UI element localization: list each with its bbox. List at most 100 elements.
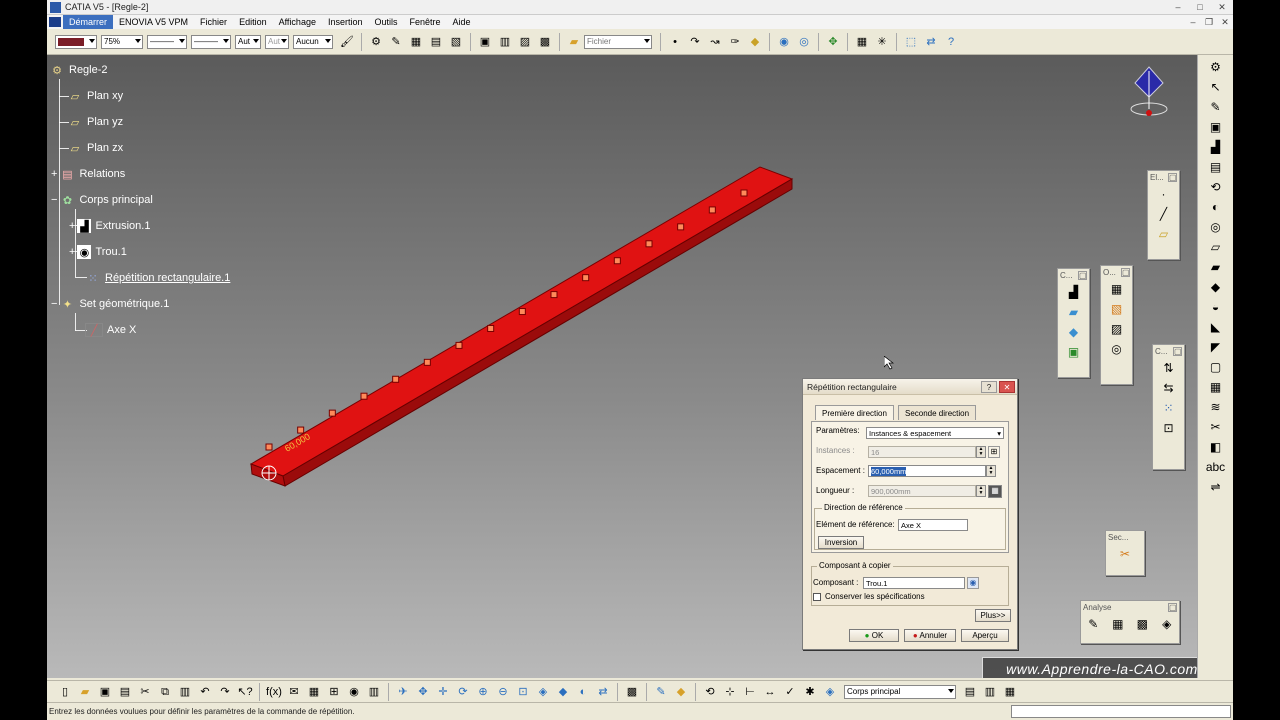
compass-icon[interactable] xyxy=(1125,63,1173,129)
file-filter-combo[interactable]: Fichier xyxy=(584,34,652,49)
comment-icon[interactable]: ✉ xyxy=(286,684,302,700)
point-symbol-combo[interactable]: Aut xyxy=(265,34,289,49)
measure-tool-icon[interactable]: ▦ xyxy=(988,485,1002,498)
render-icon[interactable]: ▩ xyxy=(624,684,640,700)
zoom-box-icon[interactable]: ▧ xyxy=(448,34,464,50)
line-tool-icon[interactable]: ╱ xyxy=(1155,205,1173,223)
pattern-tool-icon[interactable]: ⁙ xyxy=(1160,399,1178,417)
hole-instance[interactable] xyxy=(645,240,653,248)
gear-icon[interactable]: ⚙ xyxy=(1208,59,1224,75)
sketch-icon[interactable]: ✎ xyxy=(1208,99,1224,115)
rib-icon[interactable]: ▱ xyxy=(1208,239,1224,255)
save-icon[interactable]: ▣ xyxy=(97,684,113,700)
document-icon[interactable] xyxy=(49,17,61,27)
select-icon[interactable]: ⬚ xyxy=(903,34,919,50)
remove-tool-icon[interactable]: ▨ xyxy=(1108,320,1126,338)
parametres-select[interactable]: Instances & espacement ▾ xyxy=(866,427,1004,439)
color-combo[interactable] xyxy=(55,34,97,49)
print-icon[interactable]: ▤ xyxy=(117,684,133,700)
longueur-field[interactable]: 900,000mm xyxy=(868,485,976,497)
formula-icon[interactable]: f(x) xyxy=(266,684,282,700)
mdi-restore-button[interactable]: ❐ xyxy=(1201,17,1217,28)
body-combo[interactable]: Corps principal xyxy=(844,684,956,699)
measure-icon[interactable]: ◉ xyxy=(776,34,792,50)
apercu-button[interactable]: Aperçu xyxy=(961,629,1009,642)
hole-instance[interactable] xyxy=(708,206,716,214)
instantiate-icon[interactable]: ▤ xyxy=(962,684,978,700)
hole-instance[interactable] xyxy=(740,189,748,197)
folder-icon[interactable]: ▰ xyxy=(566,34,582,50)
comment-icon[interactable]: ✎ xyxy=(388,34,404,50)
feature-selector-icon[interactable]: ◉ xyxy=(967,577,979,589)
wall-thickness-icon[interactable]: ◈ xyxy=(1158,615,1176,633)
copy-icon[interactable]: ⧉ xyxy=(157,684,173,700)
material-icon[interactable]: ◈ xyxy=(822,684,838,700)
hole-instance[interactable] xyxy=(677,223,685,231)
normal-view-icon[interactable]: ⊡ xyxy=(515,684,531,700)
connect-icon[interactable]: ✑ xyxy=(727,34,743,50)
hole-instance[interactable] xyxy=(360,392,368,400)
hole-instance[interactable] xyxy=(392,375,400,383)
cut-icon[interactable]: ✂ xyxy=(137,684,153,700)
dimension-icon[interactable]: ↔ xyxy=(762,684,778,700)
transparency-combo[interactable]: 75% xyxy=(101,34,143,49)
tab-premiere-direction[interactable]: Première direction xyxy=(815,405,894,420)
draft-icon[interactable]: ◤ xyxy=(1208,339,1224,355)
axis-system-icon[interactable]: ⊹ xyxy=(722,684,738,700)
composant-field[interactable]: Trou.1 xyxy=(863,577,965,589)
select-arrow-icon[interactable]: ↖ xyxy=(1208,79,1224,95)
pan-icon[interactable]: ✛ xyxy=(435,684,451,700)
close-window-button[interactable]: ✕ xyxy=(1211,0,1233,14)
dialog-close-button[interactable]: ✕ xyxy=(999,380,1015,393)
catalog-icon[interactable]: ▣ xyxy=(477,34,493,50)
minimize-button[interactable]: – xyxy=(1167,0,1189,14)
table-icon[interactable]: ▦ xyxy=(306,684,322,700)
eraser-icon[interactable]: ◆ xyxy=(747,34,763,50)
whats-this-icon[interactable]: ↖? xyxy=(237,684,253,700)
hole-instance[interactable] xyxy=(423,358,431,366)
check-icon[interactable]: ◉ xyxy=(346,684,362,700)
conserver-checkbox[interactable] xyxy=(813,593,821,601)
groove-icon[interactable]: ◐ xyxy=(1208,199,1224,215)
inversion-button[interactable]: Inversion xyxy=(818,536,864,549)
thicken-tool-icon[interactable]: ▣ xyxy=(1065,343,1083,361)
thickness-combo[interactable]: Aut xyxy=(235,34,261,49)
law-icon[interactable]: ⊞ xyxy=(326,684,342,700)
dialog-help-button[interactable]: ? xyxy=(981,380,997,393)
hole-instance[interactable] xyxy=(487,324,495,332)
intersect-tool-icon[interactable]: ◎ xyxy=(1108,340,1126,358)
hole-instance[interactable] xyxy=(613,257,621,265)
hole-instance[interactable] xyxy=(328,409,336,417)
chamfer-icon[interactable]: ◣ xyxy=(1208,319,1224,335)
sketch-analysis-icon[interactable]: ✎ xyxy=(653,684,669,700)
close-icon[interactable]: ▢ xyxy=(1168,602,1177,612)
text-icon[interactable]: abc xyxy=(1206,459,1225,475)
scene-icon[interactable]: ▩ xyxy=(537,34,553,50)
instances-spinner[interactable]: ▲ ▼ xyxy=(976,446,986,458)
3d-viewport[interactable]: ⚙ Regle-2 ▱ Plan xy ▱ Plan yz ▱ Plan zx … xyxy=(47,55,1197,678)
mirror-tool-icon[interactable]: ⇅ xyxy=(1160,359,1178,377)
menu-demarrer[interactable]: Démarrer xyxy=(63,15,114,29)
painter-icon[interactable]: 🖌 xyxy=(339,34,355,50)
shaft-icon[interactable]: ⟲ xyxy=(1208,179,1224,195)
point-tool-icon[interactable]: · xyxy=(1155,185,1173,203)
plane-tool-icon[interactable]: ▱ xyxy=(1155,225,1173,243)
linetype-combo[interactable]: ——— xyxy=(147,34,187,49)
power-input-field[interactable] xyxy=(1011,705,1231,718)
tangent-icon[interactable]: ✓ xyxy=(782,684,798,700)
split-icon[interactable]: ◧ xyxy=(1208,439,1224,455)
translate-tool-icon[interactable]: ⇆ xyxy=(1160,379,1178,397)
element-reference-field[interactable]: Axe X xyxy=(898,519,968,531)
mdi-close-button[interactable]: ✕ xyxy=(1217,17,1233,28)
menu-fenetre[interactable]: Fenêtre xyxy=(404,15,447,29)
spline-icon[interactable]: ↝ xyxy=(707,34,723,50)
menu-edition[interactable]: Edition xyxy=(233,15,273,29)
hide-show-icon[interactable]: ◐ xyxy=(575,684,591,700)
pad-icon[interactable]: ▟ xyxy=(1208,139,1224,155)
instances-field[interactable]: 16 xyxy=(868,446,976,458)
filter-icon[interactable]: ⚙ xyxy=(368,34,384,50)
swap-space-icon[interactable]: ⇄ xyxy=(595,684,611,700)
rotate-icon[interactable]: ⟳ xyxy=(455,684,471,700)
menu-insertion[interactable]: Insertion xyxy=(322,15,369,29)
swap-icon[interactable]: ⇄ xyxy=(923,34,939,50)
